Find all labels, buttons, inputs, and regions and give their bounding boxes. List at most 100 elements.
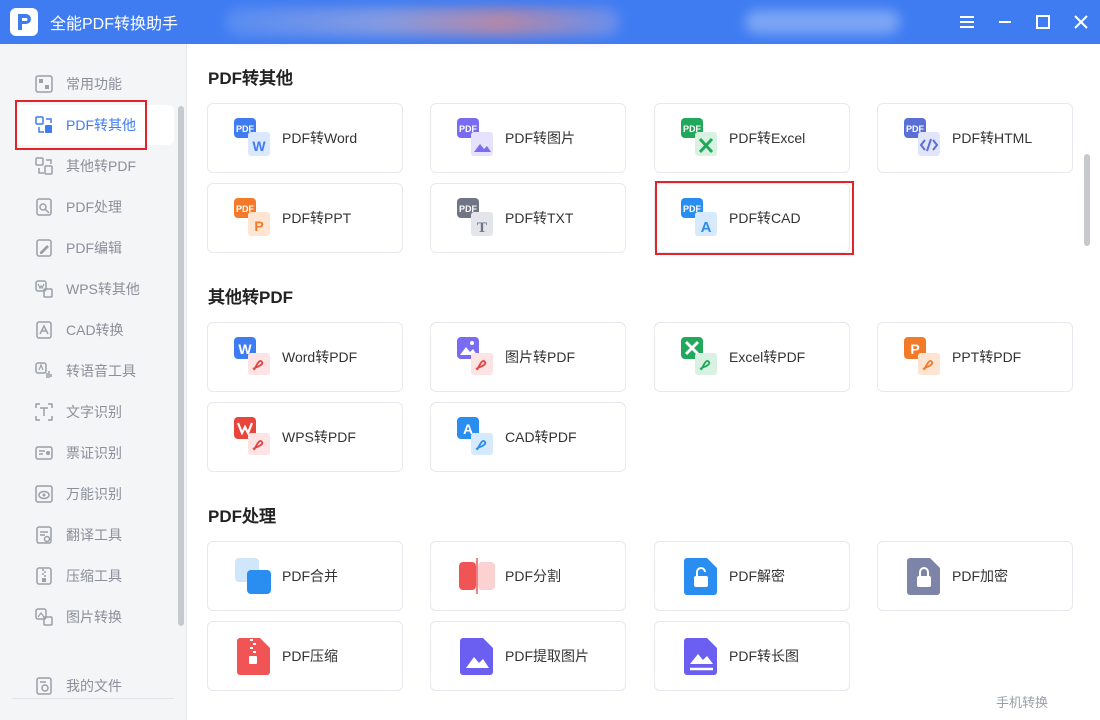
blurred-banner: [225, 8, 620, 36]
main-scrollbar[interactable]: [1084, 154, 1090, 246]
svg-text:P: P: [910, 341, 919, 357]
svg-text:T: T: [477, 220, 487, 236]
sidebar-item-zip[interactable]: 压缩工具: [15, 556, 174, 596]
card-pdf-to-html[interactable]: PDF PDF转HTML: [877, 103, 1073, 173]
card-pdf-decrypt[interactable]: PDF解密: [654, 541, 850, 611]
card-cad-to-pdf[interactable]: A CAD转PDF: [430, 402, 626, 472]
close-icon: [1074, 15, 1088, 29]
section-title-other-to-pdf: 其他转PDF: [208, 288, 293, 307]
sidebar-item-ticket[interactable]: 票证识别: [15, 433, 174, 473]
ocr-icon: [33, 401, 55, 423]
sidebar-item-cad-convert[interactable]: CAD转换: [15, 310, 174, 350]
card-label: PDF加密: [952, 568, 1008, 584]
card-pdf-merge[interactable]: PDF合并: [207, 541, 403, 611]
sidebar-item-label: 其他转PDF: [66, 158, 136, 174]
main-content: PDF转其他 PDF W PDF转Word PDF PDF转图片 PDF PDF转…: [188, 44, 1100, 720]
sidebar-item-speech[interactable]: 转语音工具: [15, 351, 174, 391]
card-label: PPT转PDF: [952, 349, 1022, 365]
cad-to-pdf-icon: A: [457, 417, 493, 455]
sidebar-item-common[interactable]: 常用功能: [15, 64, 174, 104]
card-label: PDF转HTML: [952, 130, 1033, 146]
sidebar-item-image-convert[interactable]: 图片转换: [15, 597, 174, 637]
sidebar-item-label: 常用功能: [66, 76, 122, 92]
card-pdf-extract-image[interactable]: PDF提取图片: [430, 621, 626, 691]
pdf-convert-icon: [33, 114, 55, 136]
card-wps-to-pdf[interactable]: WPS转PDF: [207, 402, 403, 472]
card-pdf-to-ppt[interactable]: PDF P PDF转PPT: [207, 183, 403, 253]
section-title-pdf-to-other: PDF转其他: [208, 69, 293, 88]
card-pdf-to-excel[interactable]: PDF PDF转Excel: [654, 103, 850, 173]
svg-text:P: P: [254, 218, 263, 234]
section-title-pdf-process: PDF处理: [208, 507, 276, 526]
card-pdf-to-word[interactable]: PDF W PDF转Word: [207, 103, 403, 173]
sidebar-item-pdf-process[interactable]: PDF处理: [15, 187, 174, 227]
card-pdf-split[interactable]: PDF分割: [430, 541, 626, 611]
compress-icon: [237, 638, 270, 675]
pdf-edit-icon: [33, 237, 55, 259]
sidebar-item-label: 文字识别: [66, 404, 122, 420]
svg-text:W: W: [252, 138, 266, 154]
sidebar-item-my-files[interactable]: 我的文件: [15, 666, 174, 706]
pdf-process-icon: [33, 196, 55, 218]
pdf-to-ppt-icon: PDFP: [234, 198, 270, 236]
sidebar-item-label: 票证识别: [66, 445, 122, 461]
pdf-to-txt-icon: PDFT: [457, 198, 493, 236]
card-pdf-to-image[interactable]: PDF PDF转图片: [430, 103, 626, 173]
pdf-to-cad-icon: PDFA: [681, 198, 717, 236]
card-label: WPS转PDF: [282, 429, 356, 445]
mobile-convert-link[interactable]: 手机转换: [996, 692, 1048, 711]
card-pdf-encrypt[interactable]: PDF加密: [877, 541, 1073, 611]
ticket-icon: [33, 442, 55, 464]
sidebar-item-other-to-pdf[interactable]: 其他转PDF: [15, 146, 174, 186]
sidebar-item-label: 转语音工具: [66, 363, 136, 379]
menu-button[interactable]: [948, 0, 986, 44]
sidebar-item-translate[interactable]: 翻译工具: [15, 515, 174, 555]
card-pdf-to-cad[interactable]: PDF A PDF转CAD: [654, 183, 850, 253]
sidebar-item-ocr[interactable]: 文字识别: [15, 392, 174, 432]
translate-icon: [33, 524, 55, 546]
card-label: PDF转Word: [282, 130, 358, 146]
card-pdf-compress[interactable]: PDF压缩: [207, 621, 403, 691]
lock-icon: [907, 558, 940, 595]
home-grid-icon: [33, 73, 55, 95]
sidebar-item-pdf-to-other[interactable]: PDF转其他: [15, 105, 174, 145]
title-bar: 全能PDF转换助手: [0, 0, 1100, 44]
sidebar-item-label: 翻译工具: [66, 527, 122, 543]
maximize-button[interactable]: [1024, 0, 1062, 44]
sidebar-item-label: PDF编辑: [66, 240, 122, 256]
card-label: 图片转PDF: [505, 349, 575, 365]
card-word-to-pdf[interactable]: W Word转PDF: [207, 322, 403, 392]
speech-icon: [33, 360, 55, 382]
sidebar-scrollbar[interactable]: [178, 106, 184, 626]
sidebar-item-wps-convert[interactable]: WPS转其他: [15, 269, 174, 309]
maximize-icon: [1036, 15, 1050, 29]
word-to-pdf-icon: W: [234, 337, 270, 375]
merge-icon: [235, 558, 271, 594]
close-button[interactable]: [1062, 0, 1100, 44]
unlock-icon: [684, 558, 717, 595]
card-image-to-pdf[interactable]: 图片转PDF: [430, 322, 626, 392]
sidebar: 常用功能 PDF转其他 其他转PDF PDF处理 PDF编辑 WPS转其他 CA…: [0, 44, 187, 720]
card-label: PDF解密: [729, 568, 785, 584]
minimize-button[interactable]: [986, 0, 1024, 44]
app-logo-icon: [10, 8, 38, 36]
eye-scan-icon: [33, 483, 55, 505]
sidebar-item-pdf-edit[interactable]: PDF编辑: [15, 228, 174, 268]
sidebar-item-label: WPS转其他: [66, 281, 140, 297]
split-icon: [459, 558, 495, 594]
sidebar-item-universal-ocr[interactable]: 万能识别: [15, 474, 174, 514]
to-pdf-icon: [33, 155, 55, 177]
card-ppt-to-pdf[interactable]: P PPT转PDF: [877, 322, 1073, 392]
sidebar-item-label: 万能识别: [66, 486, 122, 502]
card-pdf-to-txt[interactable]: PDF T PDF转TXT: [430, 183, 626, 253]
card-label: Excel转PDF: [729, 349, 806, 365]
card-pdf-long-image[interactable]: PDF转长图: [654, 621, 850, 691]
card-label: PDF转图片: [505, 130, 575, 146]
zip-icon: [33, 565, 55, 587]
sidebar-item-label: PDF处理: [66, 199, 122, 215]
sidebar-item-label: 我的文件: [66, 678, 122, 694]
cad-convert-icon: [33, 319, 55, 341]
card-excel-to-pdf[interactable]: Excel转PDF: [654, 322, 850, 392]
image-to-pdf-icon: [457, 337, 493, 375]
wps-to-pdf-icon: [234, 417, 270, 455]
